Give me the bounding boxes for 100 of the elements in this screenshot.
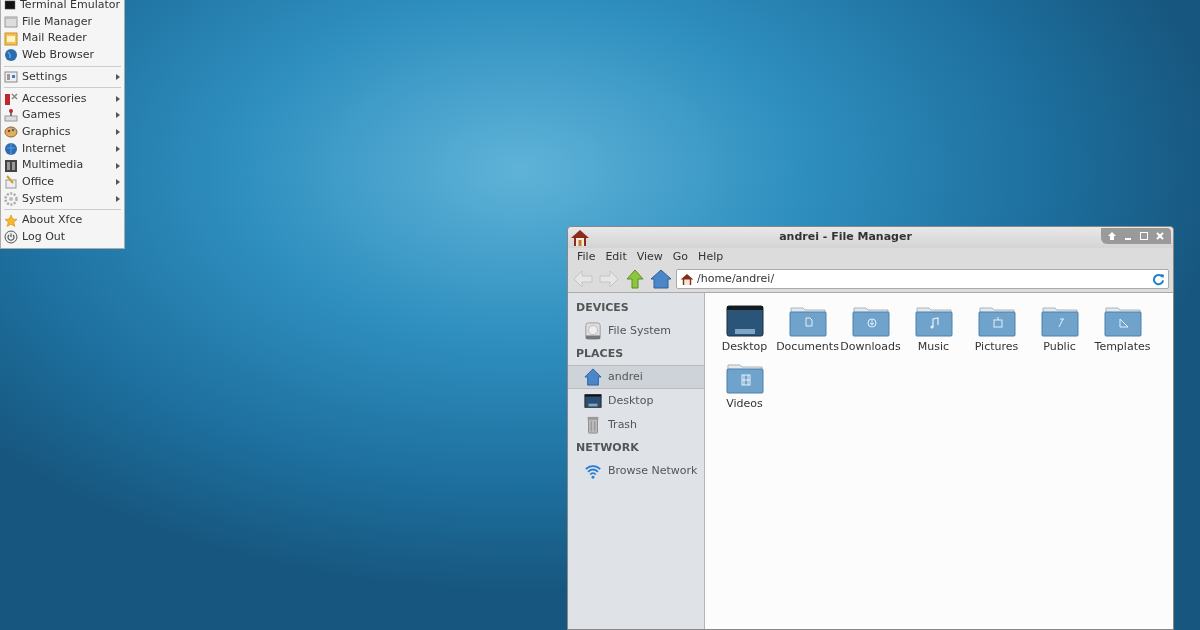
- menu-item[interactable]: About Xfce: [1, 212, 124, 229]
- menu-item[interactable]: Office: [1, 173, 124, 191]
- window-title: andrei - File Manager: [778, 229, 913, 246]
- folder-item[interactable]: Documents: [776, 305, 839, 356]
- file-name: Templates: [1094, 339, 1151, 355]
- folder-icon: [914, 305, 953, 337]
- submenu-arrow-icon: [116, 129, 120, 136]
- submenu-arrow-icon: [116, 162, 120, 169]
- menu-item-label: Internet: [22, 140, 67, 157]
- sidebar-item-label: andrei: [608, 368, 643, 385]
- menu-item-label: Accessories: [22, 90, 88, 107]
- file-name: Public: [1043, 339, 1076, 355]
- wifi-icon: [584, 462, 602, 480]
- menu-item[interactable]: Internet: [1, 140, 124, 158]
- menu-bar-item[interactable]: Edit: [600, 248, 632, 266]
- reload-icon[interactable]: [1152, 272, 1165, 286]
- folder-item[interactable]: Pictures: [965, 305, 1028, 356]
- menu-item-label: Terminal Emulator: [20, 0, 120, 14]
- file-name: Downloads: [840, 339, 901, 355]
- menu-bar-item[interactable]: File: [572, 248, 601, 266]
- folder-icon: [725, 361, 764, 394]
- sidebar-heading: NETWORK: [575, 439, 640, 456]
- menu-bar-item[interactable]: Help: [693, 248, 729, 266]
- home-icon: [584, 368, 602, 386]
- folder-icon: [1103, 305, 1142, 337]
- film-icon: [4, 158, 18, 173]
- monitor-icon: [725, 305, 764, 337]
- monitor-icon: [584, 392, 602, 410]
- sidebar-item[interactable]: Desktop: [568, 389, 704, 413]
- folder-item[interactable]: Desktop: [713, 305, 776, 356]
- up-arrow-icon: [1108, 232, 1116, 240]
- menu-item-label: Log Out: [22, 229, 67, 246]
- submenu-arrow-icon: [116, 145, 120, 152]
- file-name: Pictures: [974, 339, 1019, 355]
- folder-item[interactable]: Public: [1028, 305, 1091, 356]
- folder-icon: [851, 305, 890, 337]
- close-button[interactable]: [1153, 230, 1167, 242]
- close-icon: [1156, 232, 1164, 240]
- window-icon: [4, 15, 18, 30]
- menu-item[interactable]: Web Browser: [1, 47, 124, 64]
- mail-icon: [4, 31, 18, 46]
- sidebar-heading: PLACES: [575, 345, 625, 362]
- folder-item[interactable]: Music: [902, 305, 965, 356]
- globe-icon: [4, 141, 18, 156]
- menu-item[interactable]: Games: [1, 107, 124, 124]
- menu-item-label: About Xfce: [22, 212, 84, 229]
- submenu-arrow-icon: [116, 195, 120, 202]
- path-input[interactable]: /home/andrei/: [697, 270, 1149, 288]
- maximize-button[interactable]: [1137, 230, 1151, 242]
- home-button[interactable]: [650, 268, 672, 290]
- menu-item-label: Games: [22, 107, 62, 124]
- settings-icon: [4, 70, 18, 85]
- pencil-icon: [4, 175, 18, 190]
- sidebar-item[interactable]: File System: [568, 319, 704, 343]
- joystick-icon: [4, 108, 18, 123]
- sidebar-item-label: Browse Network: [608, 462, 698, 479]
- folder-icon: [788, 305, 827, 337]
- file-name: Videos: [726, 395, 763, 412]
- menu-item[interactable]: Graphics: [1, 123, 124, 141]
- menu-item-label: File Manager: [22, 13, 94, 30]
- folder-icon: [1040, 305, 1079, 337]
- file-name: Music: [917, 339, 950, 355]
- location-field[interactable]: /home/andrei/: [676, 269, 1169, 289]
- menu-item[interactable]: Multimedia: [1, 157, 124, 174]
- submenu-arrow-icon: [116, 95, 120, 102]
- drive-icon: [584, 322, 602, 340]
- sidebar-item-label: File System: [608, 322, 671, 339]
- folder-item[interactable]: Videos: [713, 361, 776, 412]
- menu-item[interactable]: Mail Reader: [1, 30, 124, 48]
- menu-item-label: Web Browser: [22, 47, 96, 64]
- power-icon: [4, 230, 18, 245]
- gear-icon: [4, 191, 18, 206]
- file-name: Desktop: [721, 339, 768, 355]
- submenu-arrow-icon: [116, 179, 120, 186]
- menu-item-label: System: [22, 190, 65, 207]
- menu-item-label: Multimedia: [22, 157, 85, 174]
- sidebar-heading: DEVICES: [575, 299, 630, 316]
- menu-item[interactable]: System: [1, 190, 124, 208]
- sidebar-item-label: Desktop: [608, 392, 654, 409]
- sidebar-item[interactable]: andrei: [568, 365, 704, 389]
- sidebar-item[interactable]: Trash: [568, 413, 704, 437]
- menu-item[interactable]: Accessories: [1, 90, 124, 108]
- menu-item[interactable]: File Manager: [1, 13, 124, 31]
- menu-bar-item[interactable]: View: [631, 248, 668, 266]
- home-icon: [680, 272, 694, 286]
- sidebar-item[interactable]: Browse Network: [568, 459, 704, 483]
- up-button[interactable]: [624, 268, 646, 290]
- submenu-arrow-icon: [116, 74, 120, 81]
- globe-icon: [4, 48, 18, 63]
- folder-item[interactable]: Templates: [1091, 305, 1154, 356]
- menu-item-label: Office: [22, 173, 56, 190]
- folder-icon: [977, 305, 1016, 337]
- palette-icon: [4, 125, 18, 140]
- menu-item-label: Mail Reader: [22, 30, 88, 47]
- folder-item[interactable]: Downloads: [839, 305, 902, 356]
- menu-item[interactable]: Log Out: [1, 228, 124, 246]
- menu-bar-item[interactable]: Go: [667, 248, 694, 266]
- menu-item[interactable]: Settings: [1, 68, 124, 86]
- menu-item-label: Settings: [22, 68, 69, 85]
- menu-item[interactable]: Terminal Emulator: [1, 0, 124, 14]
